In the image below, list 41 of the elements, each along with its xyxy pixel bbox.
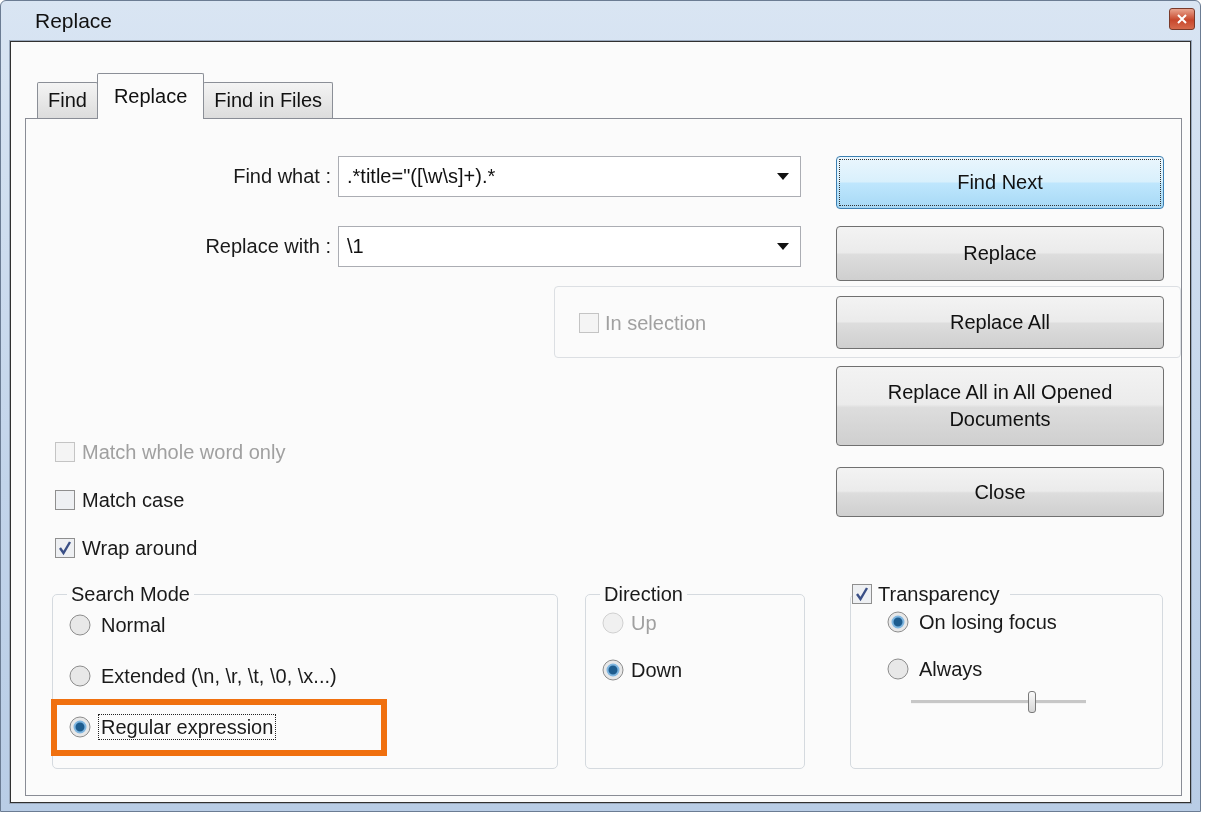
radio-button[interactable]: [69, 665, 91, 687]
checkbox-label: Wrap around: [82, 537, 198, 559]
close-button[interactable]: [1169, 8, 1195, 30]
radio-button[interactable]: [69, 614, 91, 636]
combo-field[interactable]: .*title="([\w\s]+).*: [338, 156, 801, 197]
checkbox-label: Match whole word only: [82, 441, 286, 463]
radio-label: Up: [631, 612, 657, 634]
group-title: Search Mode: [71, 583, 190, 605]
checkbox[interactable]: [55, 538, 75, 558]
checkbox[interactable]: [55, 490, 75, 510]
field-label: Find what :: [233, 164, 331, 189]
radio-button[interactable]: [887, 658, 909, 680]
caret-icon: [777, 243, 789, 250]
close-icon: [1177, 14, 1187, 24]
combo-field[interactable]: \1: [338, 226, 801, 267]
radio-label: Always: [919, 658, 983, 680]
radio-label: Regular expression: [98, 714, 277, 740]
action-button[interactable]: Replace All: [836, 295, 1164, 349]
radio-button[interactable]: [69, 716, 91, 738]
tab[interactable]: Replace: [96, 73, 205, 119]
radio-label: Extended (\n, \r, \t, \0, \x...): [100, 664, 338, 689]
action-button[interactable]: Close: [836, 467, 1164, 517]
action-button[interactable]: Replace All in All Opened Documents: [836, 366, 1164, 446]
checkbox-label: Match case: [82, 489, 185, 511]
group-title: Direction: [604, 583, 683, 605]
action-button[interactable]: Replace: [836, 226, 1164, 281]
radio-button[interactable]: [602, 659, 624, 681]
radio-button[interactable]: [887, 611, 909, 633]
action-button[interactable]: Find Next: [836, 156, 1164, 209]
radio-label: Down: [631, 659, 683, 681]
checkbox[interactable]: [852, 584, 872, 604]
tab[interactable]: Find in Files: [203, 82, 334, 118]
tab[interactable]: Find: [37, 82, 98, 118]
checkbox-label: Transparency: [878, 583, 1000, 605]
window-title: Replace: [35, 9, 113, 33]
caret-icon: [777, 173, 789, 180]
checkbox-label: In selection: [605, 312, 707, 334]
radio-label: On losing focus: [919, 611, 1057, 633]
field-label: Replace with :: [205, 234, 331, 259]
radio-label: Normal: [100, 613, 167, 638]
slider-thumb[interactable]: [1027, 691, 1036, 713]
